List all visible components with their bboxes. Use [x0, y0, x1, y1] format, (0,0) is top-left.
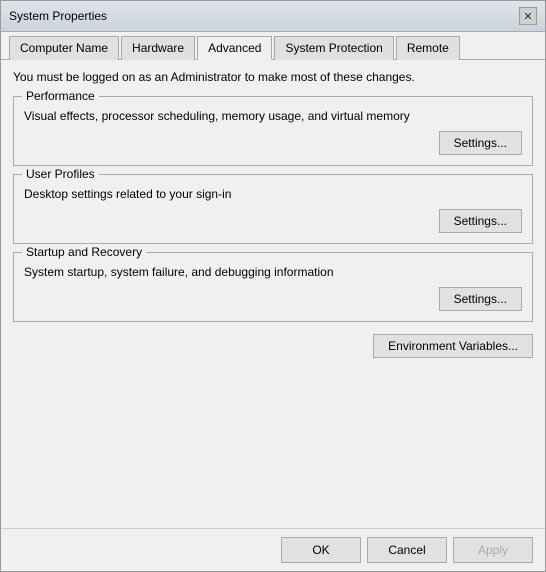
tab-system-protection[interactable]: System Protection: [274, 36, 393, 60]
startup-recovery-desc: System startup, system failure, and debu…: [24, 265, 522, 279]
user-profiles-group: User Profiles Desktop settings related t…: [13, 174, 533, 244]
environment-variables-button[interactable]: Environment Variables...: [373, 334, 533, 358]
tab-computer-name[interactable]: Computer Name: [9, 36, 119, 60]
cancel-button[interactable]: Cancel: [367, 537, 447, 563]
performance-group: Performance Visual effects, processor sc…: [13, 96, 533, 166]
close-button[interactable]: ✕: [519, 7, 537, 25]
startup-recovery-group: Startup and Recovery System startup, sys…: [13, 252, 533, 322]
startup-recovery-settings-button[interactable]: Settings...: [439, 287, 522, 311]
bottom-bar: OK Cancel Apply: [1, 528, 545, 571]
tab-advanced[interactable]: Advanced: [197, 36, 272, 60]
system-properties-window: System Properties ✕ Computer Name Hardwa…: [0, 0, 546, 572]
startup-recovery-group-title: Startup and Recovery: [22, 245, 146, 259]
admin-notice: You must be logged on as an Administrato…: [13, 70, 533, 84]
window-title: System Properties: [9, 9, 107, 23]
user-profiles-desc: Desktop settings related to your sign-in: [24, 187, 522, 201]
title-bar: System Properties ✕: [1, 1, 545, 32]
tab-bar: Computer Name Hardware Advanced System P…: [1, 32, 545, 60]
performance-group-title: Performance: [22, 89, 99, 103]
performance-settings-button[interactable]: Settings...: [439, 131, 522, 155]
user-profiles-group-title: User Profiles: [22, 167, 99, 181]
user-profiles-settings-button[interactable]: Settings...: [439, 209, 522, 233]
tab-remote[interactable]: Remote: [396, 36, 460, 60]
env-vars-row: Environment Variables...: [13, 334, 533, 358]
main-content: You must be logged on as an Administrato…: [1, 60, 545, 528]
performance-desc: Visual effects, processor scheduling, me…: [24, 109, 522, 123]
tab-hardware[interactable]: Hardware: [121, 36, 195, 60]
apply-button[interactable]: Apply: [453, 537, 533, 563]
ok-button[interactable]: OK: [281, 537, 361, 563]
